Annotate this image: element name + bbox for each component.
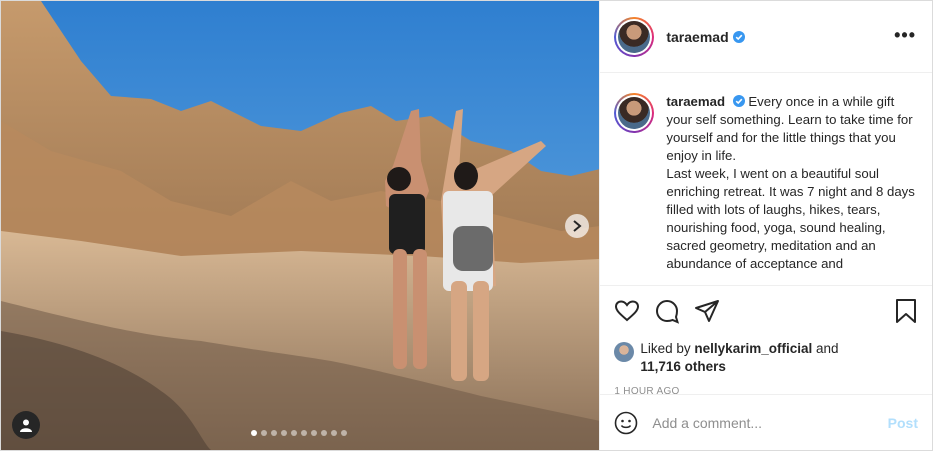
carousel-dot	[291, 430, 297, 436]
carousel-dot	[261, 430, 267, 436]
emoji-icon[interactable]	[614, 411, 638, 435]
post-comment-button[interactable]: Post	[888, 415, 918, 431]
heart-icon[interactable]	[614, 298, 640, 324]
carousel-dot	[321, 430, 327, 436]
carousel-indicators	[251, 430, 347, 436]
caption-avatar[interactable]	[614, 93, 655, 133]
bookmark-icon[interactable]	[894, 298, 918, 324]
carousel-dot	[341, 430, 347, 436]
carousel-dot	[271, 430, 277, 436]
post-actions: Liked by nellykarim_official and 11,716 …	[600, 285, 932, 397]
carousel-next-button[interactable]	[565, 214, 589, 238]
caption-username[interactable]: taraemad	[666, 94, 725, 109]
likes-count-link[interactable]: 11,716 others	[640, 359, 726, 374]
carousel-dot	[311, 430, 317, 436]
post-header: taraemad •••	[600, 1, 932, 73]
verified-badge-icon	[732, 30, 745, 43]
share-icon[interactable]	[694, 298, 720, 324]
carousel-dot	[301, 430, 307, 436]
post-sidebar: taraemad ••• taraemad Every once in a wh…	[599, 1, 932, 450]
comment-bar: Post	[600, 394, 932, 450]
liker-avatar[interactable]	[614, 342, 635, 362]
username-link[interactable]: taraemad	[666, 29, 728, 45]
post-media[interactable]	[1, 1, 600, 450]
caption-line-2: Last week, I went on a beautiful soul en…	[666, 166, 915, 271]
instagram-post: taraemad ••• taraemad Every once in a wh…	[0, 0, 933, 451]
avatar[interactable]	[614, 16, 655, 57]
caption-text: taraemad Every once in a while gift your…	[666, 93, 918, 285]
carousel-dot	[281, 430, 287, 436]
carousel-dot	[251, 430, 257, 436]
liked-by-and: and	[816, 341, 839, 356]
more-options-button[interactable]: •••	[894, 25, 916, 46]
desert-photo	[1, 1, 600, 450]
caption-section: taraemad Every once in a while gift your…	[600, 73, 932, 285]
verified-badge-icon	[732, 95, 745, 107]
comment-icon[interactable]	[654, 298, 680, 324]
carousel-dot	[331, 430, 337, 436]
comment-input[interactable]	[652, 414, 873, 431]
liked-by-prefix: Liked by	[640, 341, 691, 356]
liked-by-user-link[interactable]: nellykarim_official	[694, 341, 812, 356]
chevron-right-icon	[573, 220, 582, 232]
user-icon	[20, 419, 32, 432]
tagged-users-button[interactable]	[12, 411, 40, 439]
likes-summary: Liked by nellykarim_official and 11,716 …	[614, 340, 918, 376]
